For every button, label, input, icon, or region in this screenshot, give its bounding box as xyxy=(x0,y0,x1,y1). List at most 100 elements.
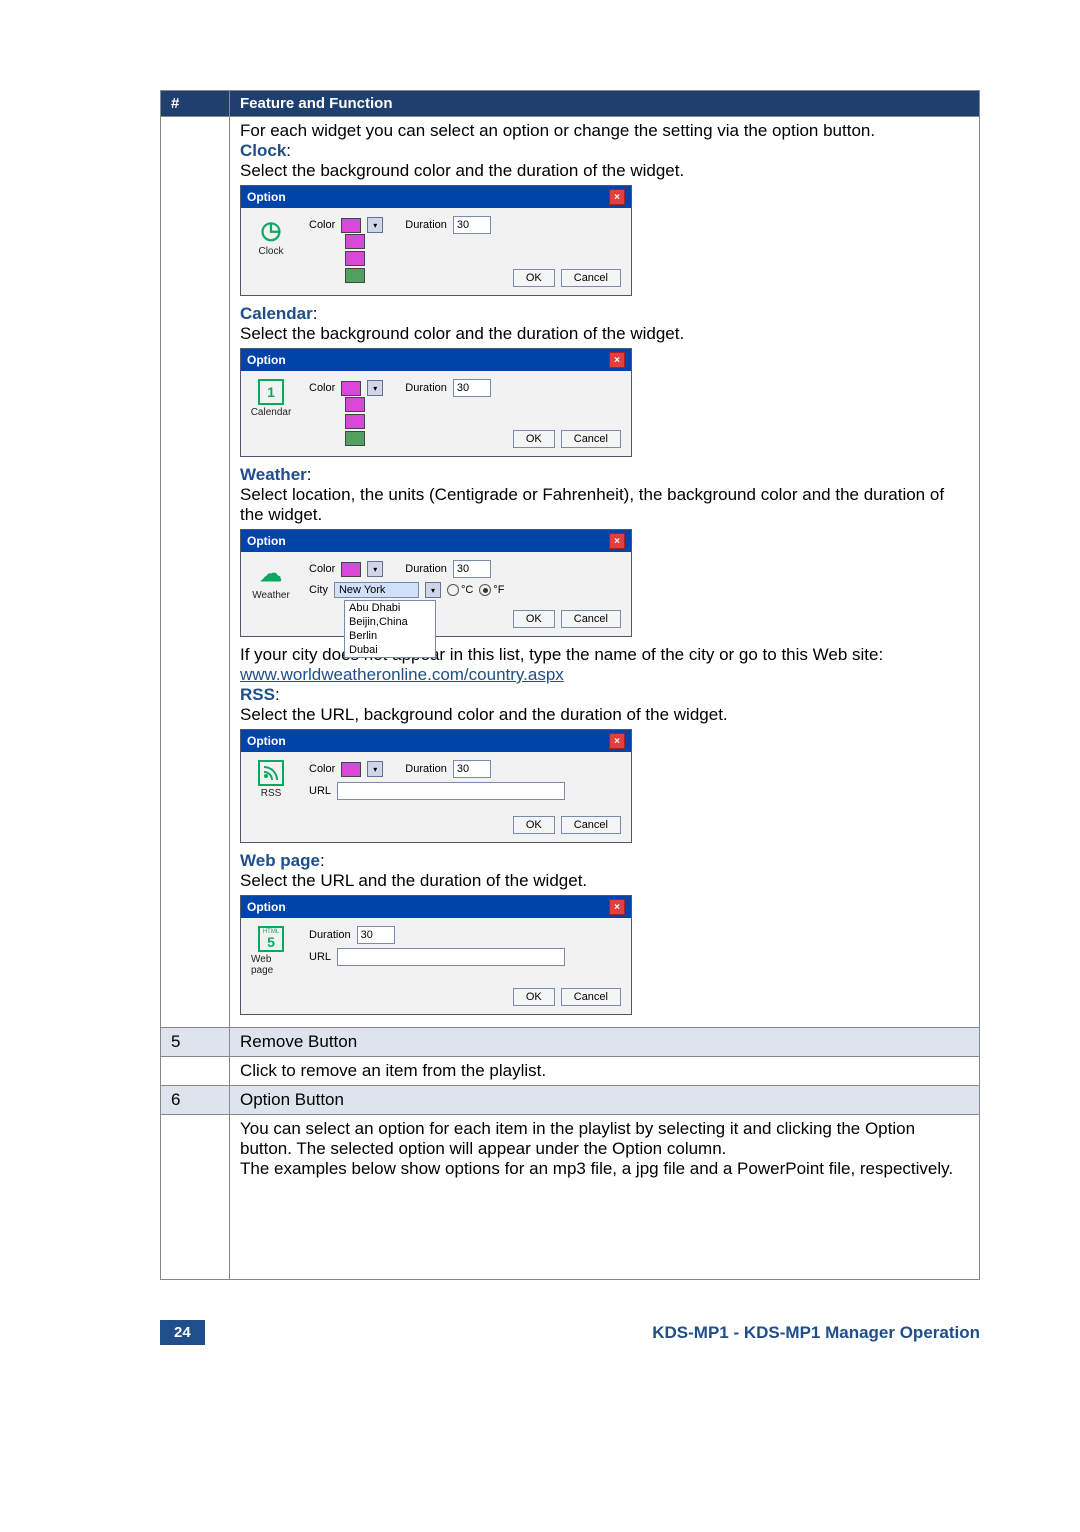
row-num: 6 xyxy=(161,1086,230,1115)
table-row: You can select an option for each item i… xyxy=(161,1115,980,1280)
icon-label: Web page xyxy=(251,954,291,976)
city-select[interactable]: New York xyxy=(334,582,419,598)
clock-desc: Select the background color and the dura… xyxy=(240,161,969,181)
widget-intro: For each widget you can select an option… xyxy=(240,121,969,141)
cancel-button[interactable]: Cancel xyxy=(561,430,621,448)
cancel-button[interactable]: Cancel xyxy=(561,610,621,628)
weather-link[interactable]: www.worldweatheronline.com/country.aspx xyxy=(240,665,564,684)
rss-heading: RSS xyxy=(240,685,275,704)
dialog-title: Option xyxy=(247,734,286,748)
row5-desc: Click to remove an item from the playlis… xyxy=(230,1057,980,1086)
unit-c-radio[interactable]: °C xyxy=(447,584,473,596)
chevron-down-icon[interactable]: ▾ xyxy=(425,582,441,598)
weather-icon: ☁ xyxy=(257,560,285,588)
chevron-down-icon[interactable]: ▾ xyxy=(367,217,383,233)
duration-label: Duration xyxy=(405,219,447,231)
weather-desc: Select location, the units (Centigrade o… xyxy=(240,485,969,525)
calendar-icon: 1 xyxy=(258,379,284,405)
color-dropdown-list[interactable] xyxy=(345,397,365,446)
list-item: Berlin xyxy=(345,629,435,643)
weather-option-dialog: Option × ☁ Weather Color ▾ xyxy=(240,529,632,637)
icon-label: Weather xyxy=(252,590,290,601)
url-label: URL xyxy=(309,951,331,963)
close-icon[interactable]: × xyxy=(609,899,625,915)
chevron-down-icon[interactable]: ▾ xyxy=(367,761,383,777)
duration-label: Duration xyxy=(405,382,447,394)
duration-input[interactable] xyxy=(453,379,491,397)
duration-input[interactable] xyxy=(453,760,491,778)
row5-title: Remove Button xyxy=(230,1028,980,1057)
color-swatch[interactable] xyxy=(341,381,361,396)
row6-title: Option Button xyxy=(230,1086,980,1115)
ok-button[interactable]: OK xyxy=(513,988,555,1006)
clock-heading: Clock xyxy=(240,141,286,160)
footer-text: KDS-MP1 - KDS-MP1 Manager Operation xyxy=(652,1323,980,1343)
icon-label: Clock xyxy=(258,246,283,257)
weather-heading: Weather xyxy=(240,465,307,484)
ok-button[interactable]: OK xyxy=(513,816,555,834)
duration-label: Duration xyxy=(405,563,447,575)
color-swatch[interactable] xyxy=(341,218,361,233)
webpage-option-dialog: Option × HTML 5 Web page xyxy=(240,895,632,1015)
table-row: For each widget you can select an option… xyxy=(161,117,980,1028)
close-icon[interactable]: × xyxy=(609,733,625,749)
calendar-option-dialog: Option × 1 Calendar Color ▾ xyxy=(240,348,632,457)
city-label: City xyxy=(309,584,328,596)
chevron-down-icon[interactable]: ▾ xyxy=(367,561,383,577)
unit-f-radio[interactable]: °F xyxy=(479,584,504,596)
color-label: Color xyxy=(309,763,335,775)
close-icon[interactable]: × xyxy=(609,189,625,205)
icon-label: RSS xyxy=(261,788,282,799)
duration-input[interactable] xyxy=(453,216,491,234)
close-icon[interactable]: × xyxy=(609,352,625,368)
url-input[interactable] xyxy=(337,782,565,800)
dialog-title: Option xyxy=(247,190,286,204)
color-label: Color xyxy=(309,382,335,394)
rss-icon xyxy=(258,760,284,786)
duration-input[interactable] xyxy=(357,926,395,944)
webpage-heading: Web page xyxy=(240,851,320,870)
clock-option-dialog: Option × ◷ Clock Color ▾ xyxy=(240,185,632,296)
dialog-title: Option xyxy=(247,534,286,548)
color-swatch[interactable] xyxy=(341,562,361,577)
close-icon[interactable]: × xyxy=(609,533,625,549)
dialog-title: Option xyxy=(247,353,286,367)
ok-button[interactable]: OK xyxy=(513,610,555,628)
color-dropdown-list[interactable] xyxy=(345,234,365,283)
table-row: 5 Remove Button xyxy=(161,1028,980,1057)
header-feature: Feature and Function xyxy=(230,91,980,117)
html5-icon: HTML 5 xyxy=(258,926,284,952)
url-label: URL xyxy=(309,785,331,797)
cancel-button[interactable]: Cancel xyxy=(561,988,621,1006)
table-row: 6 Option Button xyxy=(161,1086,980,1115)
chevron-down-icon[interactable]: ▾ xyxy=(367,380,383,396)
calendar-desc: Select the background color and the dura… xyxy=(240,324,969,344)
rss-option-dialog: Option × RSS Color xyxy=(240,729,632,843)
row6-desc: You can select an option for each item i… xyxy=(230,1115,980,1280)
dialog-title: Option xyxy=(247,900,286,914)
list-item: Dubai xyxy=(345,643,435,657)
cancel-button[interactable]: Cancel xyxy=(561,269,621,287)
city-dropdown-list[interactable]: Abu Dhabi Beijin,China Berlin Dubai xyxy=(344,600,436,658)
duration-input[interactable] xyxy=(453,560,491,578)
table-row: Click to remove an item from the playlis… xyxy=(161,1057,980,1086)
url-input[interactable] xyxy=(337,948,565,966)
icon-label: Calendar xyxy=(251,407,292,418)
webpage-desc: Select the URL and the duration of the w… xyxy=(240,871,969,891)
clock-icon: ◷ xyxy=(257,216,285,244)
cancel-button[interactable]: Cancel xyxy=(561,816,621,834)
ok-button[interactable]: OK xyxy=(513,430,555,448)
color-label: Color xyxy=(309,219,335,231)
header-num: # xyxy=(161,91,230,117)
color-swatch[interactable] xyxy=(341,762,361,777)
ok-button[interactable]: OK xyxy=(513,269,555,287)
rss-desc: Select the URL, background color and the… xyxy=(240,705,969,725)
row-num: 5 xyxy=(161,1028,230,1057)
page-number-badge: 24 xyxy=(160,1320,205,1345)
calendar-heading: Calendar xyxy=(240,304,313,323)
duration-label: Duration xyxy=(309,929,351,941)
list-item: Abu Dhabi xyxy=(345,601,435,615)
feature-table: # Feature and Function For each widget y… xyxy=(160,90,980,1280)
color-label: Color xyxy=(309,563,335,575)
duration-label: Duration xyxy=(405,763,447,775)
